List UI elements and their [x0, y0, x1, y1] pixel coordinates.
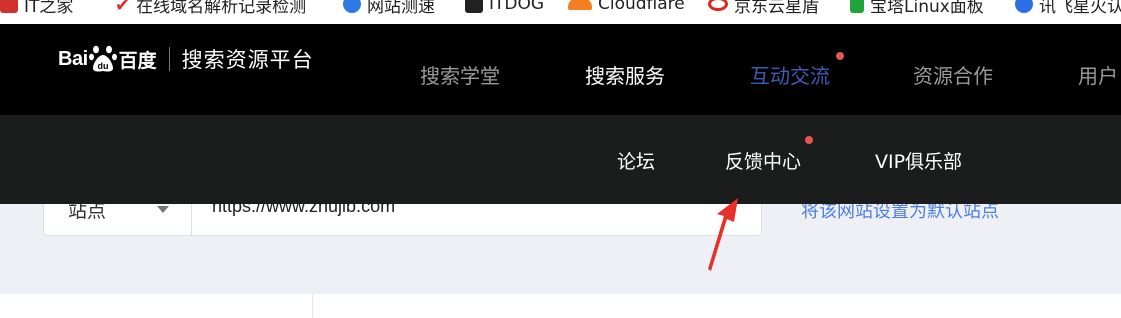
nav-interaction[interactable]: 互动交流: [750, 60, 830, 89]
bookmark-speedtest[interactable]: 网站测速: [343, 0, 435, 17]
bookmark-label: 讯飞星火认: [1039, 0, 1121, 17]
baidu-logo[interactable]: Bai du 百度 搜索资源平台: [58, 42, 314, 76]
bookmark-label: 在线域名解析记录检测: [136, 0, 307, 17]
logo-du-text: du: [97, 61, 108, 71]
bookmarks-bar: IT之家 ✔ 在线域名解析记录检测 网站测速 ITDOG Cloudflare …: [0, 0, 1121, 24]
bookmark-label: IT之家: [24, 0, 74, 17]
nav-search-service[interactable]: 搜索服务: [585, 60, 665, 89]
nav-search-academy[interactable]: 搜索学堂: [420, 60, 500, 89]
speedtest-icon: [343, 0, 361, 13]
notification-dot: [805, 136, 813, 144]
nav-user[interactable]: 用户: [1078, 60, 1118, 89]
itdog-icon: [465, 0, 483, 13]
bookmark-label: 网站测速: [367, 0, 435, 17]
check-icon: ✔: [115, 0, 131, 16]
bookmark-ithome[interactable]: IT之家: [0, 0, 74, 17]
annotation-arrow-icon: [708, 198, 738, 271]
subnav-forum[interactable]: 论坛: [617, 147, 655, 174]
subnav-vip-club[interactable]: VIP俱乐部: [875, 147, 962, 174]
xunfei-icon: [1015, 0, 1033, 13]
bookmark-xunfei[interactable]: 讯飞星火认: [1015, 0, 1121, 17]
top-navigation: Bai du 百度 搜索资源平台 搜索学堂 搜索服务 互动交流 资源合作 用户: [0, 24, 1121, 115]
bookmark-dns-check[interactable]: ✔ 在线域名解析记录检测: [115, 0, 307, 17]
cloudflare-icon: [568, 0, 592, 10]
baidu-paw-icon: du: [88, 45, 117, 72]
bookmark-bt[interactable]: 宝塔Linux面板: [850, 0, 984, 17]
subnav-feedback-center[interactable]: 反馈中心: [725, 147, 801, 174]
platform-title: 搜索资源平台: [181, 48, 314, 72]
bookmark-jdcloud[interactable]: 京东云星盾: [708, 0, 819, 17]
bookmark-label: ITDOG: [489, 0, 545, 14]
notification-dot: [836, 52, 844, 60]
bookmark-label: 京东云星盾: [734, 0, 819, 17]
nav-resource-cooperation[interactable]: 资源合作: [913, 60, 993, 89]
jdcloud-icon: [708, 0, 728, 11]
bookmark-cloudflare[interactable]: Cloudflare: [568, 0, 685, 16]
bookmark-label: Cloudflare: [598, 0, 685, 14]
chevron-down-icon: [157, 206, 169, 213]
bookmark-itdog[interactable]: ITDOG: [465, 0, 544, 16]
ithome-icon: [0, 0, 18, 13]
content-panel: [0, 294, 1121, 318]
logo-bai-text: Bai: [58, 47, 88, 70]
bookmark-label: 宝塔Linux面板: [870, 0, 984, 17]
bt-icon: [850, 0, 864, 13]
logo-divider: [168, 47, 170, 71]
logo-baidu-cn: 百度: [118, 49, 157, 72]
sub-navigation: 论坛 反馈中心 VIP俱乐部: [0, 115, 1121, 204]
panel-divider: [312, 294, 313, 318]
